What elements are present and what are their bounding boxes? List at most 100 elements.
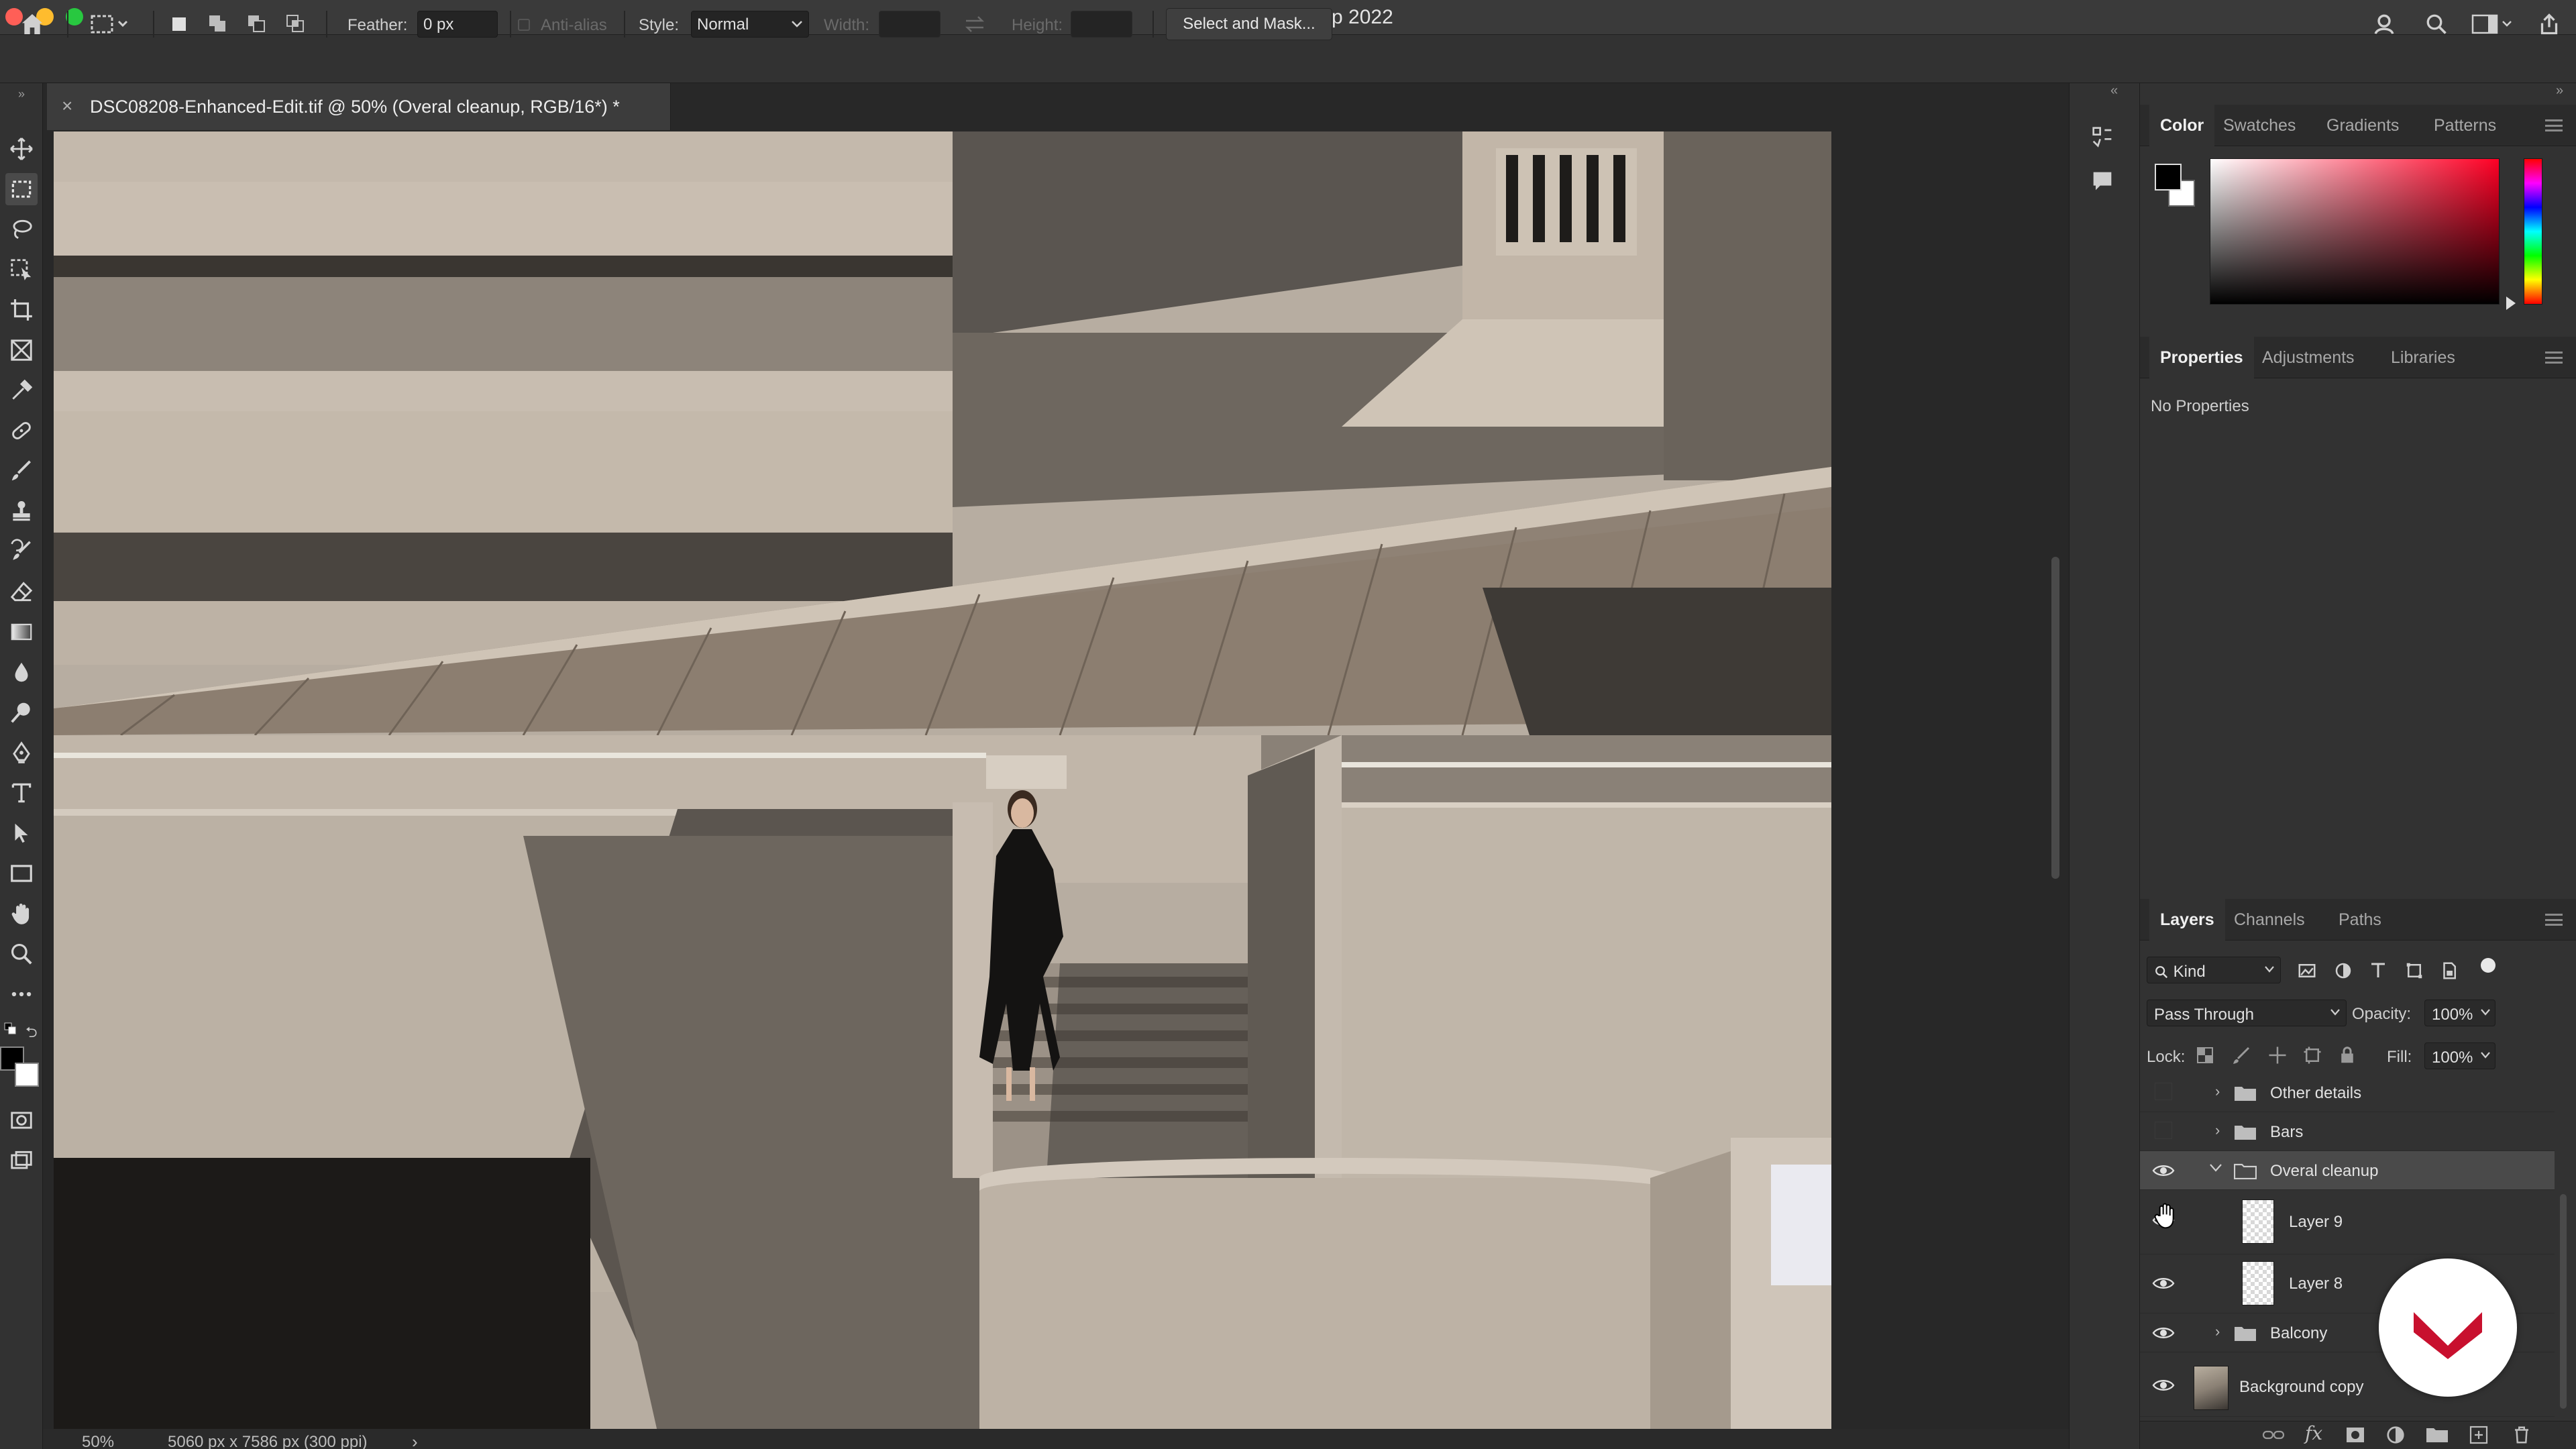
filter-shape-layers-icon[interactable] <box>2404 961 2424 984</box>
eraser-tool[interactable] <box>5 576 38 608</box>
subtract-from-selection-button[interactable] <box>241 8 272 40</box>
chevron-right-icon[interactable]: › <box>2215 1122 2220 1139</box>
close-document-icon[interactable]: × <box>62 95 72 117</box>
move-tool[interactable] <box>5 133 38 165</box>
new-group-icon[interactable] <box>2426 1425 2449 1447</box>
select-and-mask-button[interactable]: Select and Mask... <box>1166 8 1332 40</box>
layers-scrollbar[interactable] <box>2560 1194 2567 1409</box>
color-panel-menu-icon[interactable] <box>2545 119 2563 131</box>
delete-layer-icon[interactable] <box>2512 1425 2532 1448</box>
layer-row-overal-cleanup[interactable]: Overal cleanup <box>2140 1151 2555 1190</box>
panels-collapse-icon[interactable]: » <box>2556 83 2563 99</box>
crop-tool[interactable] <box>5 294 38 326</box>
chevron-right-icon[interactable]: › <box>2215 1323 2220 1340</box>
rectangular-marquee-tool[interactable] <box>5 173 38 205</box>
comments-panel-button[interactable] <box>2089 168 2121 200</box>
dock-collapse-icon[interactable]: « <box>2110 83 2118 99</box>
hue-slider[interactable] <box>2524 158 2542 305</box>
height-input[interactable] <box>1071 11 1132 38</box>
fill-input[interactable]: 100% <box>2424 1042 2496 1069</box>
background-color-swatch[interactable] <box>15 1063 39 1087</box>
gradient-tool[interactable] <box>5 616 38 648</box>
lock-image-pixels-icon[interactable] <box>2231 1045 2251 1069</box>
visibility-toggle-off[interactable] <box>2155 1122 2172 1139</box>
tab-color[interactable]: Color <box>2149 105 2215 146</box>
history-panel-button[interactable] <box>2089 123 2121 156</box>
link-layers-icon[interactable] <box>2262 1425 2285 1448</box>
screen-mode-button[interactable] <box>5 1144 38 1177</box>
tab-gradients[interactable]: Gradients <box>2326 105 2399 146</box>
new-selection-button[interactable] <box>164 8 195 40</box>
new-adjustment-layer-icon[interactable] <box>2385 1425 2406 1448</box>
add-to-selection-button[interactable] <box>203 8 233 40</box>
layers-panel-menu-icon[interactable] <box>2545 914 2563 926</box>
blend-mode-select[interactable]: Pass Through <box>2147 1000 2347 1026</box>
layer-row-layer-9[interactable]: Layer 9 <box>2140 1190 2555 1254</box>
document-tab[interactable]: × DSC08208-Enhanced-Edit.tif @ 50% (Over… <box>47 83 671 130</box>
blur-tool[interactable] <box>5 656 38 688</box>
visibility-toggle-off[interactable] <box>2155 1083 2172 1100</box>
filter-adjustment-layers-icon[interactable] <box>2333 961 2353 984</box>
tab-paths[interactable]: Paths <box>2339 899 2381 941</box>
lock-position-icon[interactable] <box>2267 1045 2288 1069</box>
search-button[interactable] <box>2420 8 2453 40</box>
opacity-input[interactable]: 100% <box>2424 1000 2496 1026</box>
status-menu-chevron[interactable]: › <box>412 1432 418 1449</box>
swap-dimensions-button[interactable] <box>959 8 990 40</box>
tab-layers[interactable]: Layers <box>2149 899 2225 941</box>
feather-input[interactable]: 0 px <box>417 11 498 38</box>
toolbar-collapse-icon[interactable]: » <box>0 87 43 101</box>
document-canvas-image[interactable] <box>54 131 1831 1432</box>
hand-tool[interactable] <box>5 898 38 930</box>
cloud-docs-button[interactable] <box>2368 8 2400 40</box>
layer-filter-select[interactable]: Kind <box>2147 957 2281 983</box>
layer-row-bars[interactable]: › Bars <box>2140 1112 2555 1151</box>
frame-tool[interactable] <box>5 334 38 366</box>
color-picker-field[interactable] <box>2210 158 2500 305</box>
properties-panel-menu-icon[interactable] <box>2545 352 2563 364</box>
tab-adjustments[interactable]: Adjustments <box>2262 337 2355 378</box>
clone-stamp-tool[interactable] <box>5 495 38 527</box>
pen-tool[interactable] <box>5 737 38 769</box>
lock-all-icon[interactable] <box>2337 1045 2357 1069</box>
chevron-right-icon[interactable]: › <box>2215 1083 2220 1100</box>
anti-alias-checkbox[interactable] <box>518 19 530 31</box>
vertical-scrollbar[interactable] <box>2051 557 2059 879</box>
brush-tool[interactable] <box>5 455 38 487</box>
filter-smart-objects-icon[interactable] <box>2439 961 2459 984</box>
filter-pixel-layers-icon[interactable] <box>2297 961 2317 984</box>
tool-preset-picker[interactable] <box>79 8 140 40</box>
share-button[interactable] <box>2533 8 2565 40</box>
tab-libraries[interactable]: Libraries <box>2391 337 2455 378</box>
chevron-down-icon[interactable] <box>2208 1161 2223 1179</box>
filter-toggle-switch[interactable] <box>2481 958 2496 973</box>
swap-colors-icon[interactable]: ⮌ <box>25 1021 38 1046</box>
tab-properties[interactable]: Properties <box>2149 337 2254 378</box>
eye-icon[interactable] <box>2152 1273 2175 1293</box>
path-selection-tool[interactable] <box>5 817 38 849</box>
filter-type-layers-icon[interactable] <box>2368 961 2388 984</box>
new-layer-icon[interactable] <box>2469 1425 2489 1448</box>
width-input[interactable] <box>879 11 941 38</box>
intersect-selection-button[interactable] <box>280 8 311 40</box>
eye-icon[interactable] <box>2152 1375 2175 1395</box>
default-colors-icon[interactable] <box>4 1022 16 1034</box>
style-select[interactable]: Normal <box>691 11 809 38</box>
quick-mask-button[interactable] <box>5 1104 38 1136</box>
eyedropper-tool[interactable] <box>5 374 38 407</box>
tab-swatches[interactable]: Swatches <box>2223 105 2296 146</box>
zoom-level-readout[interactable]: 50% <box>82 1433 114 1449</box>
lock-artboards-icon[interactable] <box>2302 1045 2322 1069</box>
healing-brush-tool[interactable] <box>5 415 38 447</box>
layer-row-other-details[interactable]: › Other details <box>2140 1073 2555 1112</box>
rectangle-tool[interactable] <box>5 857 38 890</box>
hue-slider-handle[interactable] <box>2506 297 2516 310</box>
tab-channels[interactable]: Channels <box>2234 899 2305 941</box>
dodge-tool[interactable] <box>5 696 38 729</box>
home-button[interactable] <box>13 8 51 40</box>
lock-transparent-pixels-icon[interactable] <box>2195 1045 2215 1069</box>
lasso-tool[interactable] <box>5 213 38 246</box>
eye-icon[interactable] <box>2152 1161 2175 1181</box>
edit-toolbar-button[interactable] <box>5 978 38 1010</box>
fx-icon[interactable]: fx <box>2305 1422 2322 1444</box>
